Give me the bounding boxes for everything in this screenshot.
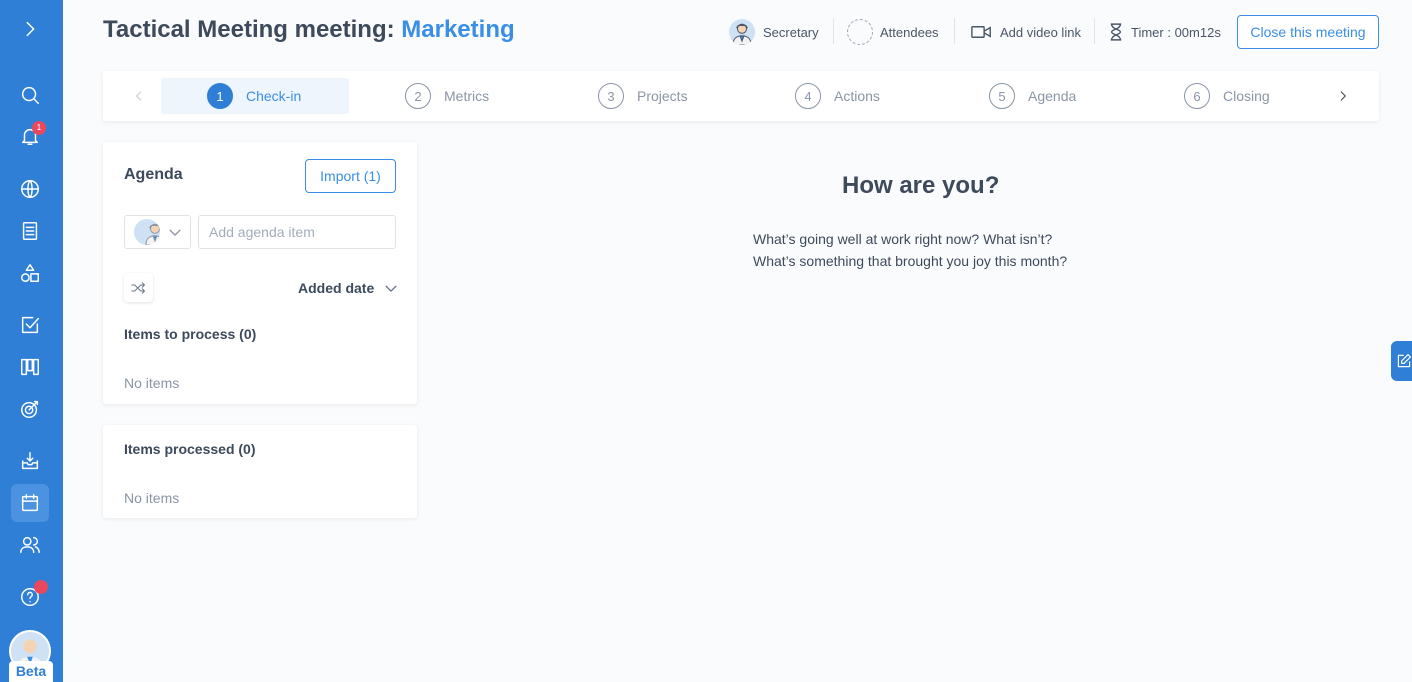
items-to-process-empty: No items — [124, 375, 180, 391]
step-closing[interactable]: 6 Closing — [1184, 78, 1270, 114]
step-label: Check-in — [246, 88, 302, 104]
title-meeting-name: Marketing — [401, 16, 515, 43]
sidebar-item-notifications[interactable]: 1 — [11, 117, 49, 155]
step-projects[interactable]: 3 Projects — [598, 78, 688, 114]
step-actions[interactable]: 4 Actions — [795, 78, 880, 114]
header-divider — [1094, 18, 1095, 44]
add-video-link-button[interactable]: Add video link — [971, 18, 1081, 46]
step-label: Projects — [637, 88, 688, 104]
shapes-icon — [21, 264, 39, 282]
step-number: 6 — [1184, 83, 1210, 109]
shuffle-button[interactable] — [124, 273, 153, 302]
search-icon — [21, 86, 39, 104]
chevron-right-icon — [1340, 91, 1346, 101]
step-metrics[interactable]: 2 Metrics — [405, 78, 489, 114]
target-icon — [21, 400, 39, 418]
sidebar-item-meetings[interactable] — [11, 484, 49, 522]
items-processed-empty: No items — [124, 490, 180, 506]
expand-sidebar-button[interactable] — [11, 10, 49, 48]
users-icon — [20, 536, 40, 554]
kanban-icon — [21, 358, 39, 376]
step-label: Agenda — [1028, 88, 1077, 104]
checkin-prompt: What’s going well at work right now? Wha… — [753, 228, 1067, 272]
checkbox-icon — [21, 316, 39, 334]
header-divider — [954, 18, 955, 44]
notes-button[interactable] — [1391, 341, 1412, 381]
chevron-down-icon — [385, 284, 397, 292]
video-camera-icon — [971, 26, 991, 38]
sidebar-item-users[interactable] — [11, 526, 49, 564]
edit-icon — [1397, 354, 1411, 368]
import-button[interactable]: Import (1) — [305, 159, 396, 193]
step-agenda[interactable]: 5 Agenda — [989, 78, 1076, 114]
items-processed-heading: Items processed (0) — [124, 441, 256, 457]
processed-panel: Items processed (0) No items — [103, 425, 417, 518]
secretary-label: Secretary — [763, 24, 819, 40]
step-label: Actions — [834, 88, 880, 104]
step-number: 2 — [405, 83, 431, 109]
agenda-title: Agenda — [124, 166, 183, 183]
steps-next-button[interactable] — [1333, 86, 1353, 106]
sort-label: Added date — [298, 280, 375, 296]
chevron-right-icon — [26, 21, 35, 37]
calendar-icon — [21, 494, 39, 512]
step-label: Closing — [1223, 88, 1270, 104]
avatar-icon — [145, 223, 160, 245]
notification-badge: 1 — [32, 121, 46, 135]
checkin-line-1: What’s going well at work right now? Wha… — [753, 231, 1053, 247]
step-label: Metrics — [444, 88, 490, 104]
meeting-steps: 1 Check-in 2 Metrics 3 Projects 4 Action… — [103, 71, 1379, 121]
step-number: 4 — [795, 83, 821, 109]
meeting-header: Tactical Meeting meeting: Marketing Secr… — [63, 0, 1412, 64]
agenda-panel: Agenda Import (1) Added date Items to pr… — [103, 142, 417, 404]
inbox-icon — [21, 452, 39, 470]
close-meeting-button[interactable]: Close this meeting — [1237, 15, 1379, 49]
chevron-down-icon — [169, 228, 181, 236]
add-agenda-item-input[interactable] — [198, 215, 396, 249]
sidebar-item-help[interactable] — [11, 578, 49, 616]
secretary-avatar — [729, 19, 755, 45]
items-to-process-heading: Items to process (0) — [124, 326, 257, 342]
sidebar-item-search[interactable] — [11, 76, 49, 114]
owner-avatar — [134, 219, 160, 245]
checkin-heading: How are you? — [842, 172, 1000, 199]
sidebar: 1 Beta — [0, 0, 63, 682]
attendees-placeholder-icon — [847, 19, 873, 45]
sidebar-item-documents[interactable] — [11, 212, 49, 250]
timer-label: Timer : 00m12s — [1131, 24, 1221, 40]
page-title: Tactical Meeting meeting: Marketing — [103, 16, 515, 44]
sidebar-item-boards[interactable] — [11, 348, 49, 386]
globe-icon — [21, 180, 39, 198]
sidebar-item-shapes[interactable] — [11, 254, 49, 292]
checkin-line-2: What’s something that brought you joy th… — [753, 253, 1068, 269]
sidebar-item-goals[interactable] — [11, 390, 49, 428]
steps-prev-button[interactable] — [129, 86, 149, 106]
attendees-button[interactable]: Attendees — [847, 18, 939, 46]
sidebar-item-globe[interactable] — [11, 170, 49, 208]
step-number: 5 — [989, 83, 1015, 109]
header-divider — [833, 18, 834, 44]
chevron-left-icon — [136, 91, 142, 101]
main-area: Tactical Meeting meeting: Marketing Secr… — [63, 0, 1412, 682]
sidebar-item-tasks[interactable] — [11, 306, 49, 344]
beta-label: Beta — [9, 661, 53, 682]
secretary-button[interactable]: Secretary — [729, 18, 819, 46]
step-number: 1 — [207, 83, 233, 109]
avatar-icon — [732, 23, 752, 45]
sort-dropdown[interactable]: Added date — [298, 277, 398, 299]
title-prefix: Tactical Meeting meeting: — [103, 16, 395, 43]
timer: Timer : 00m12s — [1109, 18, 1221, 46]
attendees-label: Attendees — [880, 24, 939, 40]
step-check-in[interactable]: 1 Check-in — [161, 78, 349, 114]
agenda-owner-select[interactable] — [124, 215, 191, 249]
sidebar-item-inbox[interactable] — [11, 442, 49, 480]
video-label: Add video link — [1000, 24, 1081, 40]
hourglass-icon — [1110, 23, 1122, 41]
step-number: 3 — [598, 83, 624, 109]
shuffle-icon — [131, 281, 146, 294]
help-badge — [34, 580, 48, 594]
document-icon — [22, 222, 38, 240]
